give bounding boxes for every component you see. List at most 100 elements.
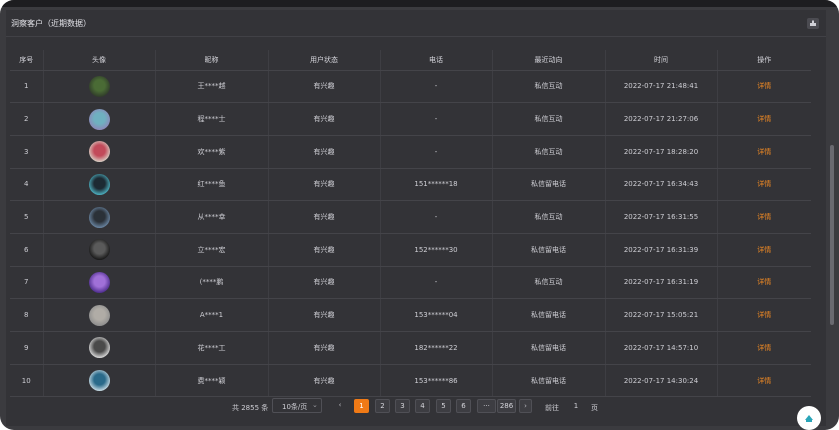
page-button[interactable]: 4 [415,399,430,413]
chevron-right-icon[interactable]: › [519,399,532,413]
table-row: 10 费****颖 有兴趣 153******86 私信留电话 2022-07-17 14… [10,364,811,398]
row-index: 1 [10,70,44,104]
detail-link[interactable]: 详情 [757,377,771,385]
page-button[interactable]: 286 [497,399,516,413]
customer-service-button[interactable] [797,406,821,430]
action-cell: 详情 [717,168,811,202]
user-status: 有兴趣 [268,266,381,300]
total-count: 共 2855 条 [232,404,269,412]
avatar [88,173,110,195]
col-avatar-header: 头像 [43,50,156,71]
col-phone-header: 电话 [380,50,493,71]
nickname: A****1 [155,298,269,332]
page-button[interactable]: 3 [395,399,410,413]
user-status: 有兴趣 [268,233,381,267]
recent-activity: 私信留电话 [492,233,606,267]
recent-activity: 私信留电话 [492,168,606,202]
detail-link[interactable]: 详情 [757,246,771,254]
export-button[interactable] [807,18,819,29]
action-cell: 详情 [717,233,811,267]
action-cell: 详情 [717,298,811,332]
row-index: 4 [10,168,44,202]
recent-activity: 私信互动 [492,70,606,104]
avatar-cell [43,135,156,169]
phone: - [380,266,493,300]
user-status: 有兴趣 [268,200,381,234]
avatar [88,337,110,359]
recent-activity: 私信留电话 [492,298,606,332]
recent-activity: 私信留电话 [492,364,606,398]
detail-link[interactable]: 详情 [757,148,771,156]
col-action-header: 操作 [717,50,811,71]
row-index: 5 [10,200,44,234]
recent-activity: 私信留电话 [492,331,606,365]
detail-link[interactable]: 详情 [757,115,771,123]
page-size-select[interactable]: 10条/页 ⌄ [272,398,322,413]
row-index: 3 [10,135,44,169]
page-ellipsis-button[interactable]: ··· [477,399,496,413]
timestamp: 2022-07-17 21:27:06 [605,102,718,136]
avatar [88,141,110,163]
timestamp: 2022-07-17 15:05:21 [605,298,718,332]
action-cell: 详情 [717,70,811,104]
row-index: 9 [10,331,44,365]
nickname: 花****工 [155,331,269,365]
table-row: 4 红****鱼 有兴趣 151******18 私信留电话 2022-07-17 16:… [10,168,811,202]
user-status: 有兴趣 [268,168,381,202]
phone: - [380,102,493,136]
table-row: 3 欢****紫 有兴趣 - 私信互动 2022-07-17 18:28:20 详情 [10,135,811,169]
detail-link[interactable]: 详情 [757,311,771,319]
recent-activity: 私信互动 [492,200,606,234]
page-button[interactable]: 1 [354,399,369,413]
row-index: 2 [10,102,44,136]
card-title: 洞察客户（近期数据） [11,19,91,28]
avatar-cell [43,331,156,365]
avatar [88,304,110,326]
vertical-scrollbar[interactable] [830,145,834,325]
col-time-header: 时间 [605,50,718,71]
nickname: 红****鱼 [155,168,269,202]
detail-link[interactable]: 详情 [757,82,771,90]
table-row: 5 从****幸 有兴趣 - 私信互动 2022-07-17 16:31:55 详情 [10,200,811,234]
app-window: 洞察客户（近期数据） 序号 头像 昵称 用户状态 电话 最近动向 时间 操作 1… [0,0,839,430]
detail-link[interactable]: 详情 [757,344,771,352]
avatar [88,370,110,392]
page-button[interactable]: 6 [456,399,471,413]
avatar-cell [43,298,156,332]
detail-link[interactable]: 详情 [757,213,771,221]
avatar-cell [43,102,156,136]
table-row: 6 立****宏 有兴趣 152******30 私信留电话 2022-07-17 16:… [10,233,811,267]
user-status: 有兴趣 [268,298,381,332]
nickname: 程****士 [155,102,269,136]
avatar [88,75,110,97]
card-header: 洞察客户（近期数据） [6,10,826,37]
chevron-left-icon[interactable]: ‹ [335,401,345,409]
timestamp: 2022-07-17 18:28:20 [605,135,718,169]
detail-link[interactable]: 详情 [757,278,771,286]
phone: 152******30 [380,233,493,267]
recent-activity: 私信互动 [492,135,606,169]
nickname: 欢****紫 [155,135,269,169]
timestamp: 2022-07-17 21:48:41 [605,70,718,104]
customer-table: 序号 头像 昵称 用户状态 电话 最近动向 时间 操作 1 王****越 有兴趣 - 私… [10,50,811,398]
row-index: 8 [10,298,44,332]
avatar-cell [43,233,156,267]
page-button[interactable]: 2 [375,399,390,413]
goto-label: 前往 [545,404,559,412]
col-status-header: 用户状态 [268,50,381,71]
timestamp: 2022-07-17 16:31:55 [605,200,718,234]
timestamp: 2022-07-17 14:57:10 [605,331,718,365]
avatar-cell [43,266,156,300]
avatar-cell [43,200,156,234]
timestamp: 2022-07-17 16:31:19 [605,266,718,300]
goto-page-input[interactable]: 1 [568,399,584,413]
phone: - [380,200,493,234]
table-row: 7 (****鹏 有兴趣 - 私信互动 2022-07-17 16:31:19 详情 [10,266,811,300]
avatar [88,271,110,293]
detail-link[interactable]: 详情 [757,180,771,188]
row-index: 6 [10,233,44,267]
action-cell: 详情 [717,102,811,136]
table-row: 8 A****1 有兴趣 153******04 私信留电话 2022-07-17 15:… [10,298,811,332]
page-button[interactable]: 5 [436,399,451,413]
nickname: (****鹏 [155,266,269,300]
